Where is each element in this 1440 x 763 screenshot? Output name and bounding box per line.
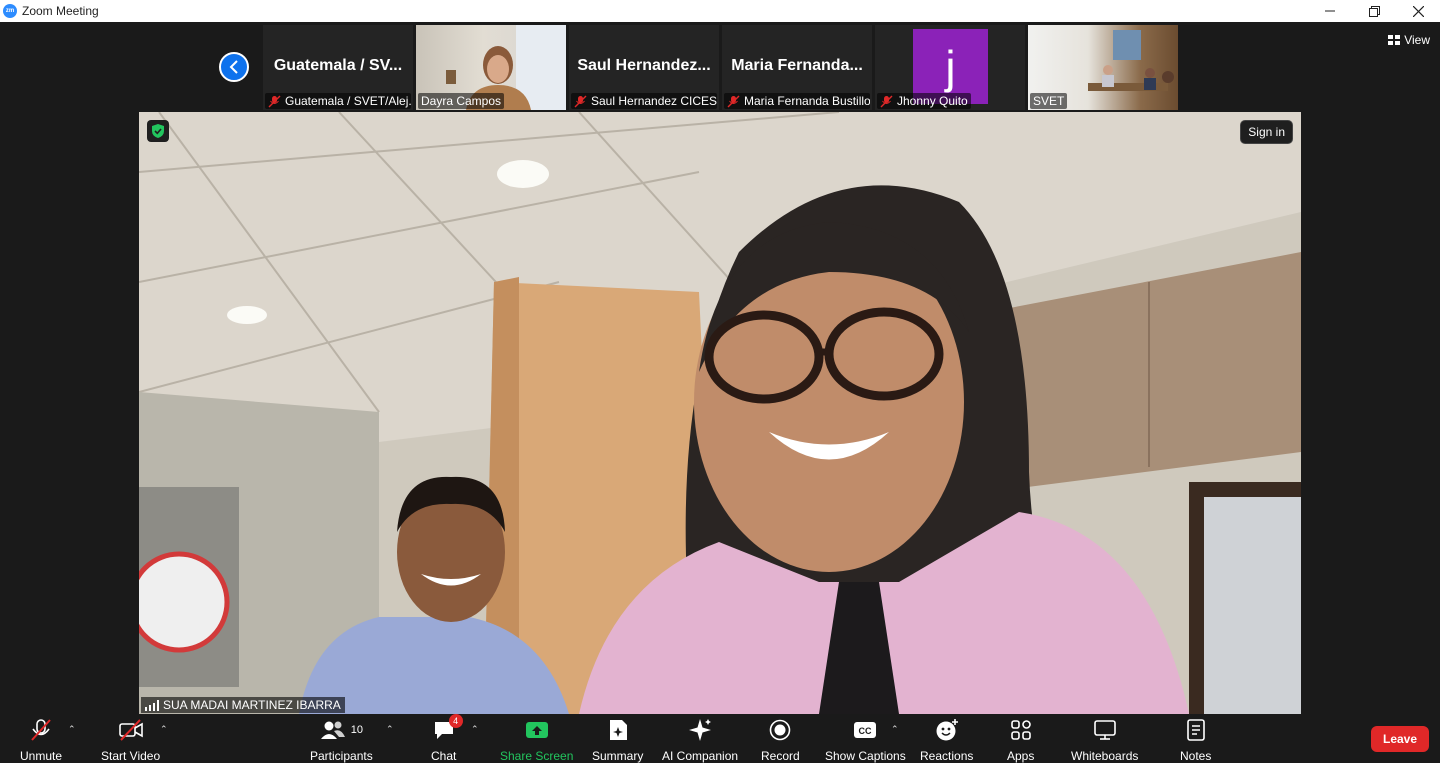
tile-display-name: Guatemala / SV... [273, 57, 403, 74]
apps-button[interactable]: Apps [1007, 718, 1034, 763]
record-button[interactable]: Record [761, 718, 800, 763]
participants-count: 10 [350, 724, 363, 736]
apps-icon [1010, 718, 1032, 742]
window-title: Zoom Meeting [22, 4, 99, 18]
mic-muted-icon [880, 95, 893, 107]
view-label: View [1404, 33, 1430, 47]
speaker-name-tag: SUA MADAI MARTINEZ IBARRA [141, 697, 345, 713]
zoom-logo-icon: zm [3, 4, 17, 18]
show-captions-label: Show Captions [825, 749, 906, 763]
meeting-toolbar: Unmute ⌃ Start Video ⌃ 10 Participants ⌃… [0, 714, 1440, 763]
chevron-left-icon [229, 60, 238, 74]
grid-view-icon [1388, 35, 1401, 45]
participant-tile[interactable]: Dayra Campos [416, 25, 566, 110]
window-controls [1308, 0, 1440, 22]
share-screen-label: Share Screen [500, 749, 574, 763]
record-icon [769, 718, 791, 742]
tile-name-label: Dayra Campos [418, 93, 505, 109]
ai-companion-label: AI Companion [662, 749, 739, 763]
tile-name-label: SVET [1030, 93, 1068, 109]
start-video-button[interactable]: Start Video [101, 718, 160, 763]
participants-options-caret-icon[interactable]: ⌃ [386, 724, 394, 735]
participant-tile[interactable]: Maria Fernanda... Maria Fernanda Bustill… [722, 25, 872, 110]
chat-unread-badge: 4 [448, 714, 463, 728]
tile-name-label: Saul Hernandez CICES... [571, 93, 717, 109]
chat-icon: 4 [433, 714, 463, 742]
notes-label: Notes [1180, 749, 1212, 763]
chat-label: Chat [431, 749, 457, 763]
gallery-strip: Guatemala / SV... Guatemala / SVET/Alej.… [0, 22, 1440, 112]
video-off-icon [118, 718, 144, 742]
speaker-video-frame [139, 112, 1301, 714]
video-options-caret-icon[interactable]: ⌃ [160, 724, 168, 735]
apps-label: Apps [1007, 749, 1035, 763]
mic-muted-icon [727, 95, 740, 107]
notes-button[interactable]: Notes [1180, 718, 1211, 763]
view-button[interactable]: View [1388, 30, 1430, 50]
notes-icon [1186, 718, 1206, 742]
audio-options-caret-icon[interactable]: ⌃ [68, 724, 76, 735]
reactions-button[interactable]: Reactions [920, 718, 973, 763]
share-screen-button[interactable]: Share Screen [500, 718, 573, 763]
title-bar: zm Zoom Meeting [0, 0, 1440, 22]
participant-tile[interactable]: SVET [1028, 25, 1178, 110]
share-screen-icon [525, 718, 549, 742]
summary-icon [607, 718, 629, 742]
participants-icon-group: 10 [320, 718, 363, 742]
tile-name-text: Jhonny Quito [897, 94, 968, 108]
tile-name-text: Guatemala / SVET/Alej... [285, 94, 411, 108]
mic-muted-icon [30, 718, 52, 742]
unmute-label: Unmute [20, 749, 63, 763]
tile-display-name: Maria Fernanda... [731, 57, 863, 74]
tile-name-text: Dayra Campos [421, 94, 502, 108]
participants-icon [320, 721, 345, 739]
chat-button[interactable]: 4 Chat [431, 714, 463, 763]
whiteboard-icon [1093, 718, 1117, 742]
participants-button[interactable]: 10 Participants [310, 718, 373, 763]
tile-name-text: Saul Hernandez CICES... [591, 94, 717, 108]
captions-cc-icon: CC [853, 718, 877, 742]
whiteboards-button[interactable]: Whiteboards [1071, 718, 1138, 763]
ai-sparkle-icon [688, 718, 712, 742]
record-label: Record [761, 749, 800, 763]
chat-options-caret-icon[interactable]: ⌃ [471, 724, 479, 735]
start-video-label: Start Video [101, 749, 161, 763]
tile-name-text: SVET [1033, 94, 1065, 108]
reactions-smiley-icon [935, 718, 959, 742]
whiteboards-label: Whiteboards [1071, 749, 1139, 763]
speaker-name: SUA MADAI MARTINEZ IBARRA [163, 698, 341, 712]
mic-muted-icon [574, 95, 587, 107]
leave-button[interactable]: Leave [1371, 726, 1429, 752]
tile-display-name: Saul Hernandez... [577, 57, 711, 74]
sign-in-button[interactable]: Sign in [1240, 120, 1293, 144]
encryption-shield-icon[interactable] [147, 120, 169, 142]
signal-strength-icon [145, 699, 159, 711]
active-speaker-video[interactable]: Sign in SUA MADAI MARTINEZ IBARRA [139, 112, 1301, 714]
minimize-button[interactable] [1308, 0, 1352, 22]
mic-muted-icon [268, 95, 281, 107]
close-button[interactable] [1396, 0, 1440, 22]
participant-tile[interactable]: Guatemala / SV... Guatemala / SVET/Alej.… [263, 25, 413, 110]
participants-label: Participants [310, 749, 373, 763]
tile-name-text: Maria Fernanda Bustillo [744, 94, 870, 108]
participant-tile[interactable]: j Jhonny Quito [875, 25, 1025, 110]
tile-name-label: Guatemala / SVET/Alej... [265, 93, 411, 109]
previous-page-button[interactable] [219, 52, 249, 82]
reactions-label: Reactions [920, 749, 974, 763]
svg-text:CC: CC [859, 726, 872, 736]
unmute-button[interactable]: Unmute [20, 718, 62, 763]
tile-name-label: Jhonny Quito [877, 93, 971, 109]
participant-tile[interactable]: Saul Hernandez... Saul Hernandez CICES..… [569, 25, 719, 110]
captions-options-caret-icon[interactable]: ⌃ [891, 724, 899, 735]
ai-companion-button[interactable]: AI Companion [662, 718, 738, 763]
restore-button[interactable] [1352, 0, 1396, 22]
summary-label: Summary [592, 749, 644, 763]
tile-name-label: Maria Fernanda Bustillo [724, 93, 870, 109]
summary-button[interactable]: Summary [592, 718, 643, 763]
